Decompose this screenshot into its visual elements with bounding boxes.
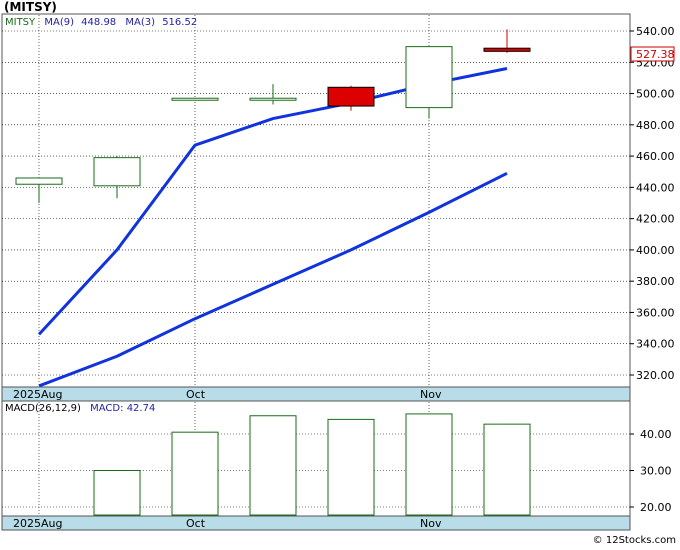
macd-x-tick-label: Oct [186,517,206,530]
legend-ma3-value: 516.52 [162,17,197,28]
macd-x-tick-label: 2025Aug [13,517,62,530]
macd-legend-value: 42.74 [127,403,156,414]
macd-legend-label: MACD(26,12,9) [5,403,81,414]
candle-body [483,47,531,52]
price-x-tick-label: Oct [186,388,206,401]
macd-y-tick-label: 20.00 [640,501,672,514]
macd-y-tick-label: 30.00 [640,465,672,478]
price-y-tick-label: 460.00 [636,150,675,163]
candle-body [93,157,141,187]
watermark: © 12Stocks.com [593,535,676,546]
candle-body [171,97,219,101]
price-y-tick-label: 480.00 [636,119,675,132]
macd-bar [405,413,453,516]
price-x-tick-label: 2025Aug [13,388,62,401]
macd-legend-value-label: MACD: [90,403,123,414]
macd-bar [327,418,375,516]
price-y-tick-label: 400.00 [636,244,675,257]
last-price-tag: 527.38 [636,48,675,61]
macd-x-tick-label: Nov [420,517,442,530]
legend-ma9-value: 448.98 [81,17,116,28]
macd-bar [483,423,531,516]
price-x-tick-label: Nov [420,388,442,401]
candle-body [327,86,375,107]
price-y-tick-label: 420.00 [636,213,675,226]
legend-ma3-label: MA(3) [125,17,155,28]
price-y-tick-label: 360.00 [636,306,675,319]
price-y-tick-label: 380.00 [636,275,675,288]
macd-bar [249,415,297,516]
price-legend: MITSY MA(9) 448.98 MA(3) 516.52 [5,17,197,28]
macd-y-tick-label: 40.00 [640,428,672,441]
price-y-tick-label: 440.00 [636,181,675,194]
legend-ma9-label: MA(9) [44,17,74,28]
price-y-tick-label: 320.00 [636,369,675,382]
chart-title: (MITSY) [4,0,57,14]
price-y-tick-label: 340.00 [636,338,675,351]
candle-body [15,177,63,185]
macd-legend: MACD(26,12,9) MACD: 42.74 [5,403,155,414]
stock-chart: (MITSY) MITSY MA(9) 448.98 MA(3) 516.52 … [0,0,680,546]
legend-ticker: MITSY [5,17,36,28]
candle-body [249,97,297,101]
macd-bar [93,470,141,516]
price-date-band [1,386,631,402]
chart-root: (MITSY) MITSY MA(9) 448.98 MA(3) 516.52 … [0,0,680,546]
macd-date-band [1,515,631,531]
macd-bar [171,431,219,516]
price-y-tick-label: 540.00 [636,25,675,38]
price-y-tick-label: 500.00 [636,88,675,101]
candle-body [405,46,453,109]
